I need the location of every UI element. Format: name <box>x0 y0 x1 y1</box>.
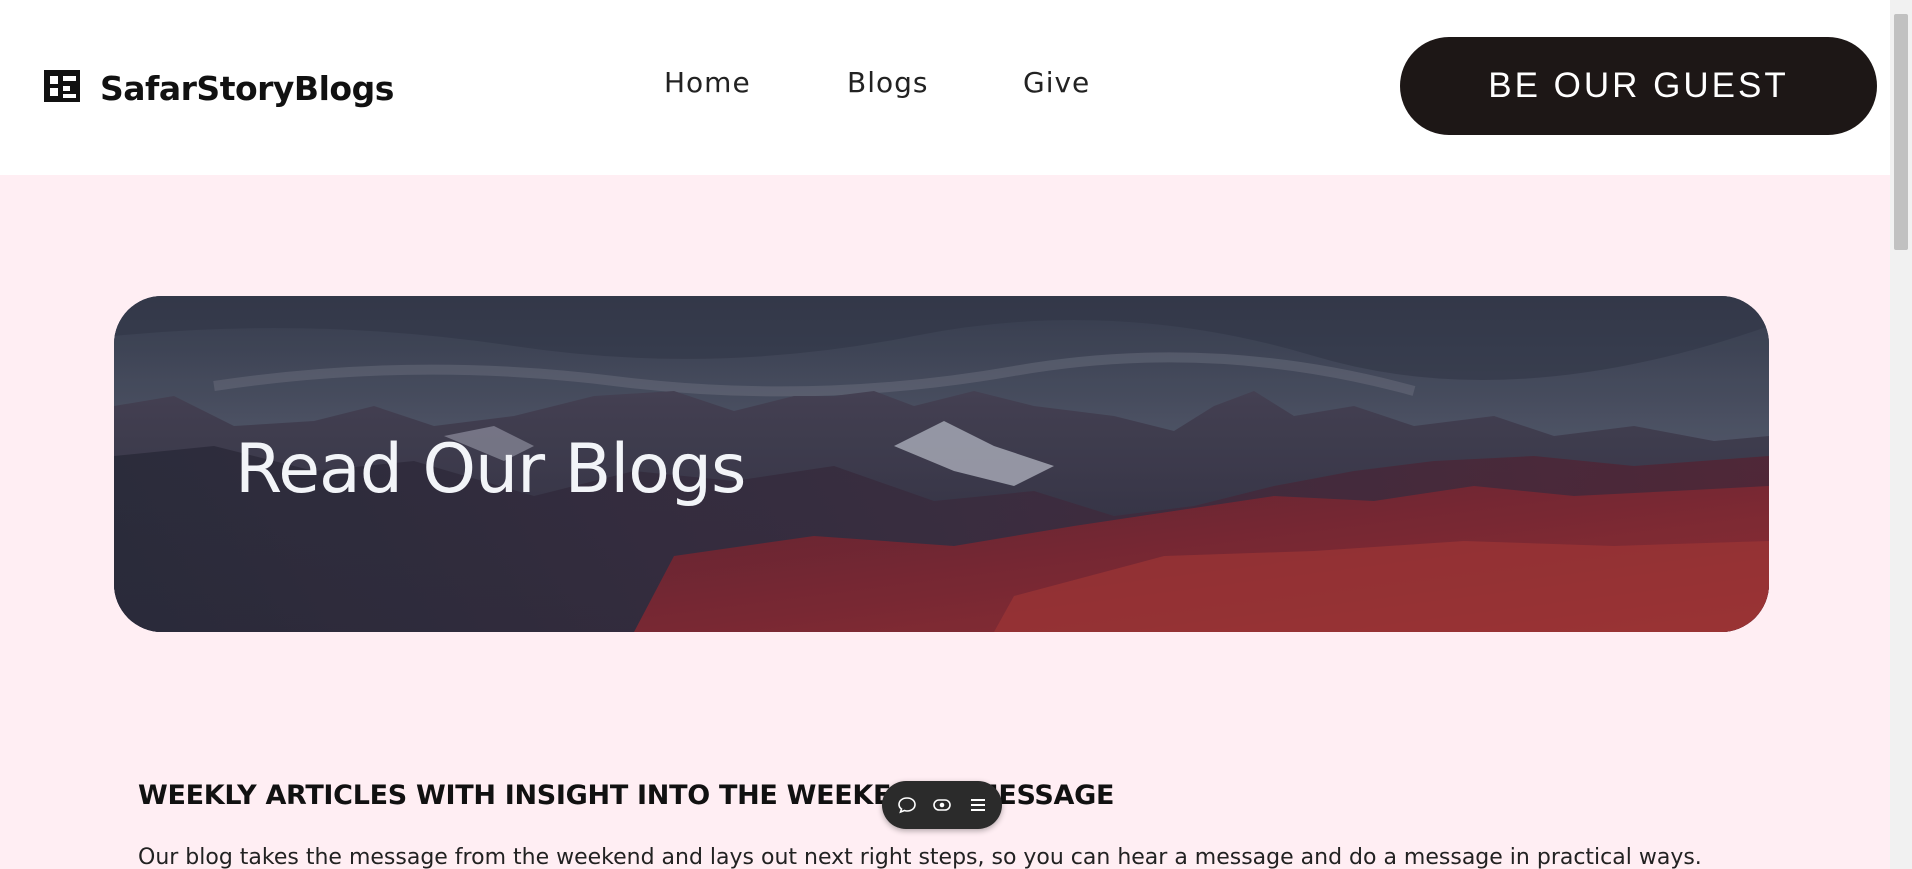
section-description: Our blog takes the message from the week… <box>138 845 1702 869</box>
nav-link-home[interactable]: Home <box>664 66 751 99</box>
eye-icon[interactable] <box>931 794 953 816</box>
vertical-scrollbar[interactable] <box>1890 0 1912 869</box>
site-logo[interactable]: SafarStoryBlogs <box>30 48 394 128</box>
chat-bubble-icon[interactable] <box>896 794 918 816</box>
be-our-guest-button[interactable]: BE OUR GUEST <box>1400 37 1877 135</box>
menu-icon[interactable] <box>967 794 989 816</box>
nav-link-blogs[interactable]: Blogs <box>847 66 928 99</box>
logo-text: SafarStoryBlogs <box>100 68 394 108</box>
floating-toolbar <box>882 781 1002 829</box>
site-header: SafarStoryBlogs Home Blogs Give BE OUR G… <box>0 0 1890 175</box>
hero-banner: Read Our Blogs <box>114 296 1769 632</box>
scrollbar-thumb[interactable] <box>1894 14 1908 250</box>
logo-mark-icon <box>30 48 90 128</box>
page: SafarStoryBlogs Home Blogs Give BE OUR G… <box>0 0 1912 869</box>
nav-link-give[interactable]: Give <box>1023 66 1090 99</box>
hero-title: Read Our Blogs <box>235 430 746 509</box>
